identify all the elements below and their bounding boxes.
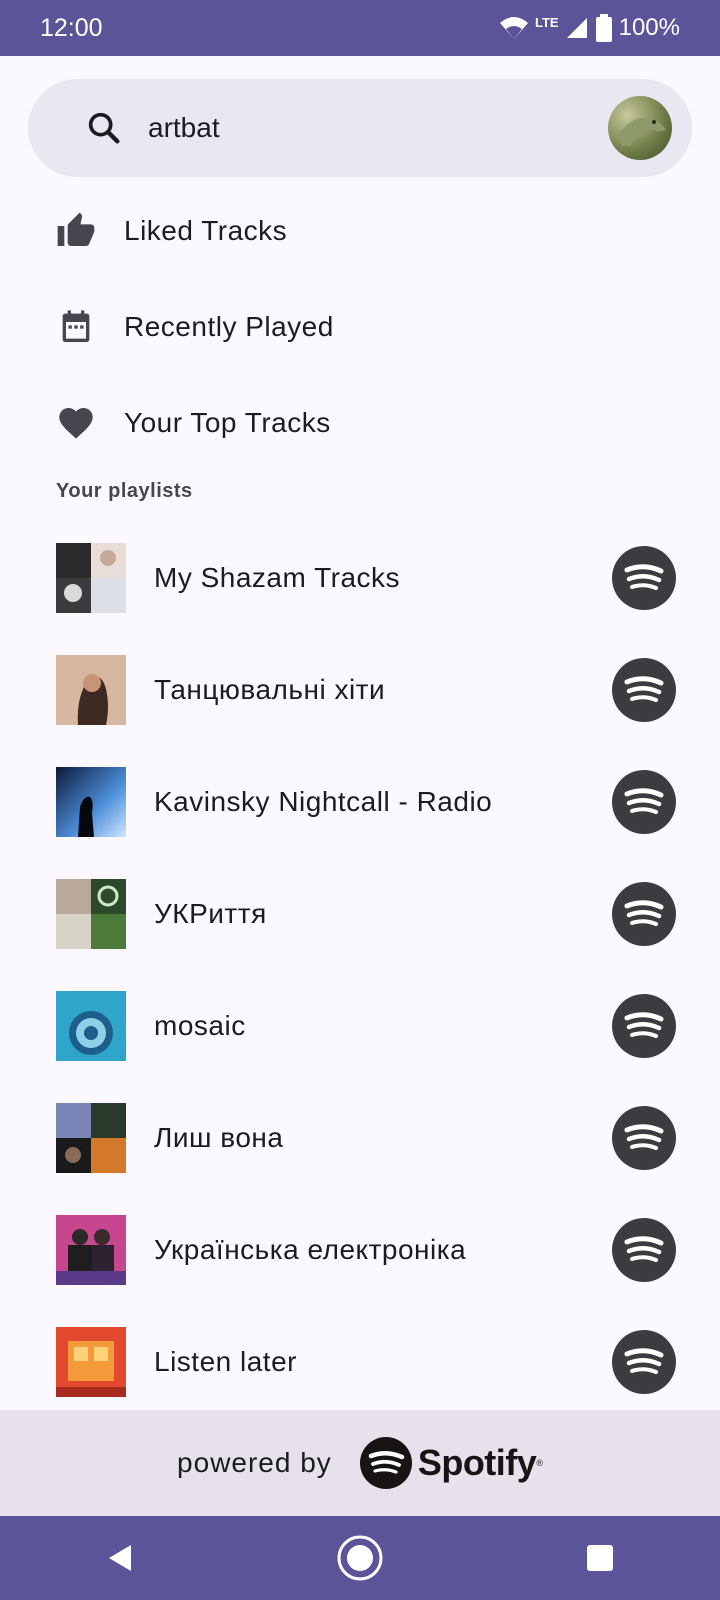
open-in-spotify-button[interactable] [612, 1106, 676, 1170]
playlist-item[interactable]: Лиш вона [56, 1103, 676, 1173]
spotify-wordmark: Spotify [417, 1442, 537, 1483]
search-icon[interactable] [84, 108, 124, 148]
playlist-cover [56, 1327, 126, 1397]
playlist-name: My Shazam Tracks [154, 562, 401, 593]
spotify-icon [624, 564, 664, 590]
spotify-icon [624, 1236, 664, 1262]
spotify-icon [624, 1348, 664, 1374]
menu-item-label: Recently Played [124, 311, 334, 342]
back-button[interactable] [90, 1528, 150, 1588]
search-input[interactable] [148, 112, 608, 144]
powered-by-text: powered by [177, 1447, 332, 1478]
playlist-item[interactable]: Listen later [56, 1327, 676, 1397]
open-in-spotify-button[interactable] [612, 1330, 676, 1394]
playlist-item[interactable]: Українська електроніка [56, 1215, 676, 1285]
avatar[interactable] [608, 96, 672, 160]
spotify-icon [624, 788, 664, 814]
spotify-icon [624, 1012, 664, 1038]
registered-mark: ® [536, 1458, 543, 1468]
recents-icon [587, 1545, 613, 1571]
playlist-item[interactable]: Танцювальні хіти [56, 655, 676, 725]
playlist-name: УКРиття [154, 898, 267, 929]
spotify-logo: Spotify ® [359, 1437, 543, 1489]
battery-percentage: 100% [618, 14, 680, 41]
playlist-name: Listen later [154, 1346, 297, 1377]
navigation-bar [0, 1516, 720, 1600]
spotify-icon [624, 676, 664, 702]
playlist-cover [56, 543, 126, 613]
heart-icon [54, 401, 98, 445]
playlist-name: Українська електроніка [154, 1234, 467, 1265]
playlist-item[interactable]: My Shazam Tracks [56, 543, 676, 613]
menu-item-label: Liked Tracks [124, 215, 288, 246]
playlist-name: Kavinsky Nightcall - Radio [154, 786, 493, 817]
playlist-cover [56, 879, 126, 949]
powered-by-footer: powered by Spotify ® [0, 1410, 720, 1516]
status-time: 12:00 [40, 13, 103, 42]
network-type-label: LTE [535, 14, 559, 30]
playlist-name: Лиш вона [154, 1122, 284, 1153]
wifi-icon [500, 17, 529, 39]
calendar-icon [54, 305, 98, 349]
signal-icon [566, 18, 587, 38]
playlist-cover [56, 655, 126, 725]
home-button[interactable] [330, 1528, 390, 1588]
open-in-spotify-button[interactable] [612, 770, 676, 834]
home-icon [337, 1535, 383, 1581]
open-in-spotify-button[interactable] [612, 994, 676, 1058]
open-in-spotify-button[interactable] [612, 1218, 676, 1282]
playlist-item[interactable]: Kavinsky Nightcall - Radio [56, 767, 676, 837]
spotify-logo-icon [359, 1437, 412, 1489]
recents-button[interactable] [570, 1528, 630, 1588]
playlist-cover [56, 1215, 126, 1285]
open-in-spotify-button[interactable] [612, 658, 676, 722]
status-icons: LTE 100% [499, 14, 680, 42]
status-bar: 12:00 LTE 100% [0, 0, 720, 56]
playlist-cover [56, 1103, 126, 1173]
playlist-cover [56, 767, 126, 837]
back-icon [109, 1545, 131, 1571]
thumb-up-icon [54, 209, 98, 253]
spotify-icon [624, 1124, 664, 1150]
menu-item-label: Your Top Tracks [124, 407, 331, 438]
open-in-spotify-button[interactable] [612, 882, 676, 946]
menu-item-top-tracks[interactable]: Your Top Tracks [54, 393, 694, 453]
playlists-section-title: Your playlists [56, 480, 193, 502]
playlist-item[interactable]: УКРиття [56, 879, 676, 949]
playlist-name: Танцювальні хіти [154, 674, 386, 705]
menu-item-liked-tracks[interactable]: Liked Tracks [54, 201, 694, 261]
playlist-name: mosaic [154, 1010, 246, 1041]
menu-item-recently-played[interactable]: Recently Played [54, 297, 694, 357]
playlist-item[interactable]: mosaic [56, 991, 676, 1061]
battery-icon [595, 14, 612, 42]
open-in-spotify-button[interactable] [612, 546, 676, 610]
spotify-icon [624, 900, 664, 926]
search-bar[interactable] [28, 79, 692, 177]
avatar-image [618, 117, 666, 146]
playlist-cover [56, 991, 126, 1061]
